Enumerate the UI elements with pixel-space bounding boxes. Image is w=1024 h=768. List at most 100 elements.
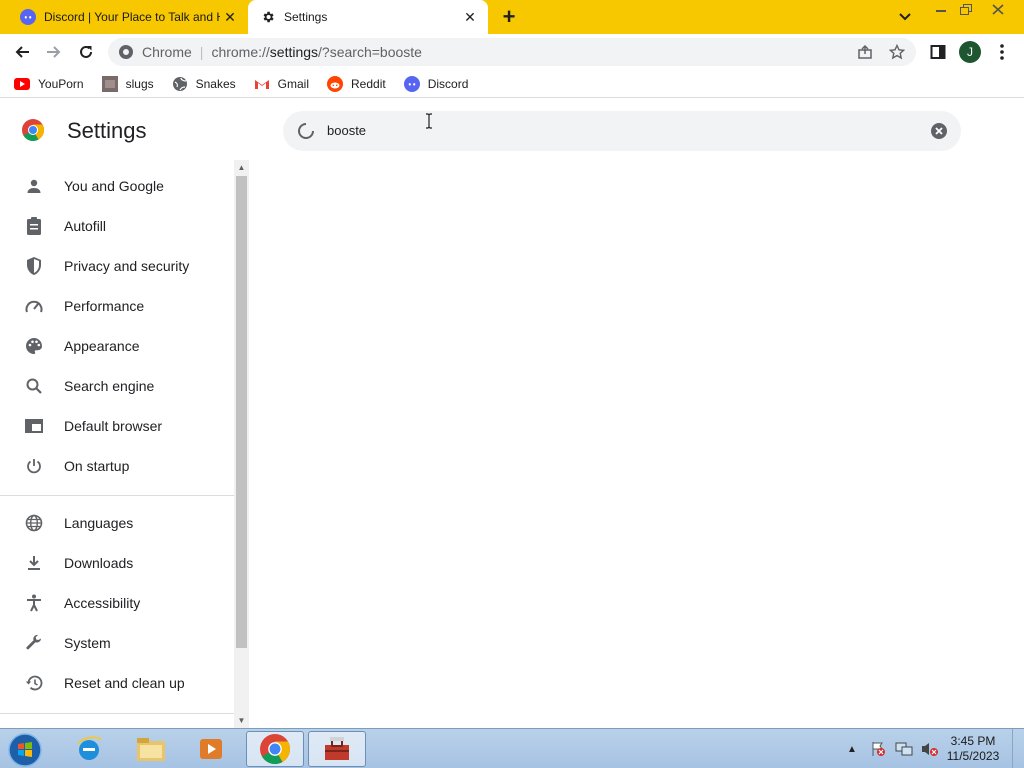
sidebar-item-accessibility[interactable]: Accessibility: [0, 583, 234, 623]
back-button[interactable]: [8, 38, 36, 66]
gear-icon: [260, 9, 276, 25]
show-hidden-icons-icon[interactable]: ▲: [842, 739, 862, 759]
network-icon[interactable]: [894, 739, 914, 759]
bookmark-reddit[interactable]: Reddit: [327, 75, 386, 92]
forward-button[interactable]: [40, 38, 68, 66]
volume-muted-icon[interactable]: [920, 739, 940, 759]
gmail-icon: [254, 76, 270, 92]
wrench-icon: [24, 633, 44, 653]
discord-icon: [403, 75, 420, 92]
media-player-icon: [200, 739, 222, 759]
close-tab-icon[interactable]: ✕: [460, 7, 480, 27]
profile-avatar[interactable]: J: [956, 38, 984, 66]
chevron-down-icon[interactable]: [894, 6, 916, 28]
sidebar-item-autofill[interactable]: Autofill: [0, 206, 234, 246]
bookmark-label: Reddit: [351, 76, 386, 91]
taskbar-clock[interactable]: 3:45 PM 11/5/2023: [940, 734, 1006, 764]
sidebar-item-you-and-google[interactable]: You and Google: [0, 166, 234, 206]
url-host: settings: [269, 44, 319, 60]
sidebar-item-label: Accessibility: [64, 595, 141, 611]
start-button[interactable]: [6, 732, 46, 768]
scroll-down-arrow-icon[interactable]: ▼: [234, 713, 249, 727]
new-tab-button[interactable]: +: [498, 4, 520, 29]
bookmark-label: Discord: [427, 76, 469, 91]
palette-icon: [24, 336, 44, 356]
close-tab-icon[interactable]: ✕: [220, 7, 240, 27]
scroll-up-arrow-icon[interactable]: ▲: [234, 160, 249, 174]
reddit-icon: [327, 75, 343, 92]
sidebar-item-label: Default browser: [64, 418, 163, 434]
taskbar-media-player[interactable]: [182, 731, 240, 767]
browser-window-icon: [24, 416, 44, 436]
clipboard-icon: [24, 216, 44, 236]
sidebar-divider: [0, 495, 234, 496]
bookmarks-bar: YouPorn slugs Snakes Gmail Reddit Discor…: [0, 70, 1024, 98]
sidebar-item-system[interactable]: System: [0, 623, 234, 663]
sidebar-item-label: Reset and clean up: [64, 675, 185, 691]
clear-search-icon[interactable]: [930, 122, 948, 140]
omnibox-chrome-label: Chrome: [142, 44, 192, 60]
globe-icon: [172, 76, 188, 92]
sidebar-item-performance[interactable]: Performance: [0, 286, 234, 326]
minimize-button[interactable]: [928, 0, 954, 18]
page-title: Settings: [67, 118, 147, 143]
reload-button[interactable]: [72, 38, 100, 66]
folder-icon: [137, 738, 165, 761]
bookmark-slugs[interactable]: slugs: [101, 75, 154, 92]
sidebar-item-search-engine[interactable]: Search engine: [0, 366, 234, 406]
bookmark-gmail[interactable]: Gmail: [254, 76, 309, 92]
sidebar-item-default-browser[interactable]: Default browser: [0, 406, 234, 446]
sidebar-item-downloads[interactable]: Downloads: [0, 543, 234, 583]
sidebar-item-appearance[interactable]: Appearance: [0, 326, 234, 366]
url-rest: /?search=booste: [318, 44, 422, 60]
sidebar-item-label: Autofill: [64, 218, 107, 234]
globe-icon: [24, 513, 44, 533]
taskbar-chrome[interactable]: [246, 731, 304, 767]
sidebar-item-on-startup[interactable]: On startup: [0, 446, 234, 486]
sidebar-item-label: Appearance: [64, 338, 140, 354]
bookmark-snakes[interactable]: Snakes: [172, 76, 236, 92]
address-bar[interactable]: Chrome | chrome://settings/?search=boost…: [108, 38, 916, 66]
action-center-flag-icon[interactable]: [868, 739, 888, 759]
sidebar-item-label: You and Google: [64, 178, 164, 194]
scrollbar-thumb[interactable]: [236, 176, 247, 648]
tab-discord[interactable]: Discord | Your Place to Talk and H ✕: [8, 0, 248, 34]
restore-button[interactable]: [953, 0, 979, 18]
sidebar-item-label: Languages: [64, 515, 134, 531]
taskbar-internet-explorer[interactable]: [60, 731, 118, 767]
bookmark-discord[interactable]: Discord: [403, 75, 469, 92]
toolbar: Chrome | chrome://settings/?search=boost…: [0, 34, 1024, 70]
sidebar-item-reset[interactable]: Reset and clean up: [0, 663, 234, 703]
person-icon: [24, 176, 44, 196]
accessibility-icon: [24, 593, 44, 613]
sidebar-item-label: On startup: [64, 458, 130, 474]
close-window-button[interactable]: [980, 0, 1016, 18]
toolbox-icon: [325, 737, 349, 760]
taskbar-toolbox[interactable]: [308, 731, 366, 767]
side-panel-icon[interactable]: [924, 38, 952, 66]
star-icon[interactable]: [888, 43, 906, 61]
discord-icon: [20, 9, 36, 25]
internet-explorer-icon: [77, 736, 102, 760]
speedometer-icon: [24, 296, 44, 316]
more-menu-icon[interactable]: [988, 38, 1016, 66]
bookmark-label: YouPorn: [38, 76, 84, 91]
bookmark-youporn[interactable]: YouPorn: [14, 76, 84, 92]
power-icon: [24, 456, 44, 476]
omnibox-separator: |: [199, 44, 204, 60]
show-desktop-button[interactable]: [1012, 729, 1024, 768]
share-icon[interactable]: [856, 43, 874, 61]
sidebar-item-privacy[interactable]: Privacy and security: [0, 246, 234, 286]
loading-spinner-icon: [298, 123, 314, 139]
clock-time: 3:45 PM: [950, 734, 996, 748]
shield-icon: [24, 256, 44, 276]
taskbar-explorer[interactable]: [122, 731, 180, 767]
sidebar-item-languages[interactable]: Languages: [0, 503, 234, 543]
taskbar: ▲ 3:45 PM 11/5/2023: [0, 728, 1024, 768]
settings-search-input[interactable]: booste: [283, 111, 961, 151]
tab-title: Settings: [284, 10, 328, 24]
sidebar-item-label: Privacy and security: [64, 258, 190, 274]
chrome-logo-icon: [22, 119, 44, 141]
tab-settings[interactable]: Settings ✕: [248, 0, 488, 34]
omnibox-url: chrome://settings/?search=booste: [211, 44, 422, 60]
